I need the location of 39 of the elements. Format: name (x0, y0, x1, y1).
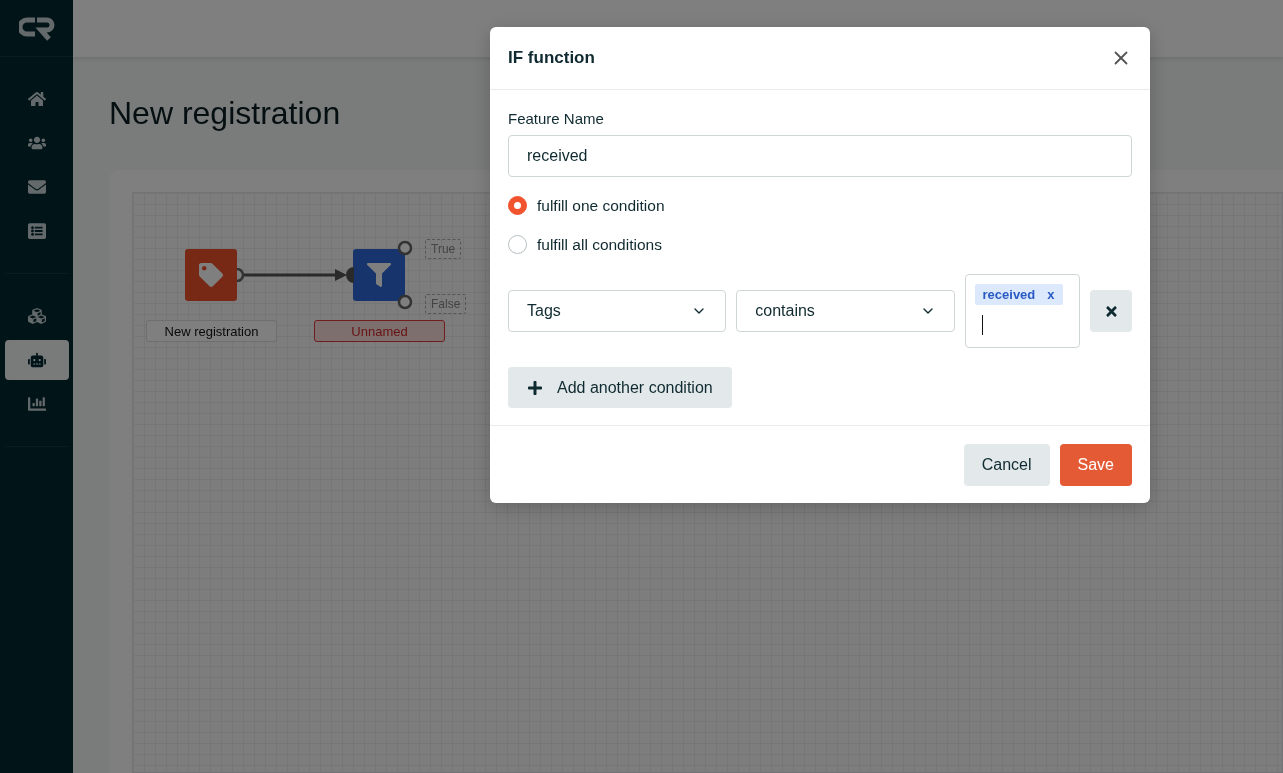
feature-name-input[interactable]: received (508, 135, 1132, 177)
save-button[interactable]: Save (1059, 444, 1132, 486)
radio-label: fulfill one condition (537, 196, 665, 215)
add-condition-button[interactable]: Add another condition (508, 367, 732, 408)
bar-chart-icon (27, 395, 46, 413)
radio-label: fulfill all conditions (537, 235, 662, 254)
users-icon (27, 134, 46, 152)
branch-port (397, 294, 413, 310)
field-label: Feature Name (508, 110, 605, 127)
plus-icon (527, 379, 543, 396)
filter-icon (367, 263, 391, 287)
cancel-button[interactable]: Cancel (963, 444, 1050, 486)
node-label: New registration (146, 320, 277, 342)
condition-node[interactable] (353, 249, 405, 301)
field-select[interactable]: Tags (508, 290, 727, 332)
envelope-icon (27, 178, 46, 196)
tag-icon (199, 263, 223, 287)
logo-icon (18, 15, 55, 41)
sidebar-item[interactable] (4, 340, 69, 380)
operator-select[interactable]: contains (736, 290, 955, 332)
text-cursor (981, 315, 983, 335)
tag-remove[interactable]: x (1047, 287, 1055, 302)
radio-button[interactable] (508, 196, 527, 215)
cubes-icon (27, 307, 46, 325)
tag-input[interactable]: received x (964, 274, 1081, 348)
branch-port (397, 240, 413, 256)
branch-label: False (425, 294, 467, 314)
remove-condition-button[interactable] (1090, 290, 1132, 332)
radio-button[interactable] (508, 235, 527, 254)
tag-text: received (982, 287, 1036, 302)
list-icon (27, 222, 46, 240)
branch-label: True (425, 239, 462, 259)
node-label: Unnamed (314, 320, 445, 342)
robot-icon (27, 351, 46, 369)
home-icon (27, 90, 46, 108)
trigger-node[interactable] (185, 249, 237, 301)
input-port (346, 267, 354, 283)
page-title: New registration (109, 95, 341, 132)
dialog-title: IF function (508, 48, 595, 68)
